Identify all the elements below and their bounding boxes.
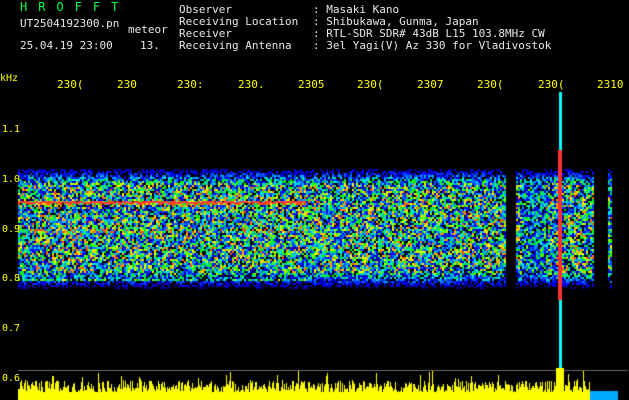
time-tick: 230( (357, 78, 384, 91)
freq-tick: 0.6 (2, 373, 21, 384)
freq-tick: 0.7 (2, 323, 21, 334)
record-number: 13. (140, 39, 160, 52)
time-tick: 230. (238, 78, 265, 91)
observation-type: meteor (128, 23, 168, 36)
time-tick: 230 (117, 78, 137, 91)
time-tick: 2307 (417, 78, 444, 91)
time-tick: 230( (477, 78, 504, 91)
freq-tick: 1.1 (2, 124, 21, 135)
time-tick: 230: (177, 78, 204, 91)
time-tick: 230( (57, 78, 84, 91)
antenna-label: Receiving Antenna (179, 39, 292, 52)
time-tick: 230( (538, 78, 565, 91)
freq-tick: 0.8 (2, 273, 21, 284)
waterfall-spectrogram (0, 0, 629, 400)
axis-unit-label: kHz (0, 73, 19, 84)
time-tick: 2305 (298, 78, 325, 91)
file-name: UT2504192300.pn (20, 17, 120, 30)
freq-tick: 0.9 (2, 224, 21, 235)
antenna-value: : 3el Yagi(V) Az 330 for Vladivostok (313, 39, 552, 52)
time-tick: 2310 (597, 78, 624, 91)
freq-tick: 1.0 (2, 174, 21, 185)
date-time: 25.04.19 23:00 (20, 39, 113, 52)
app-title: HROFFT (20, 0, 130, 14)
